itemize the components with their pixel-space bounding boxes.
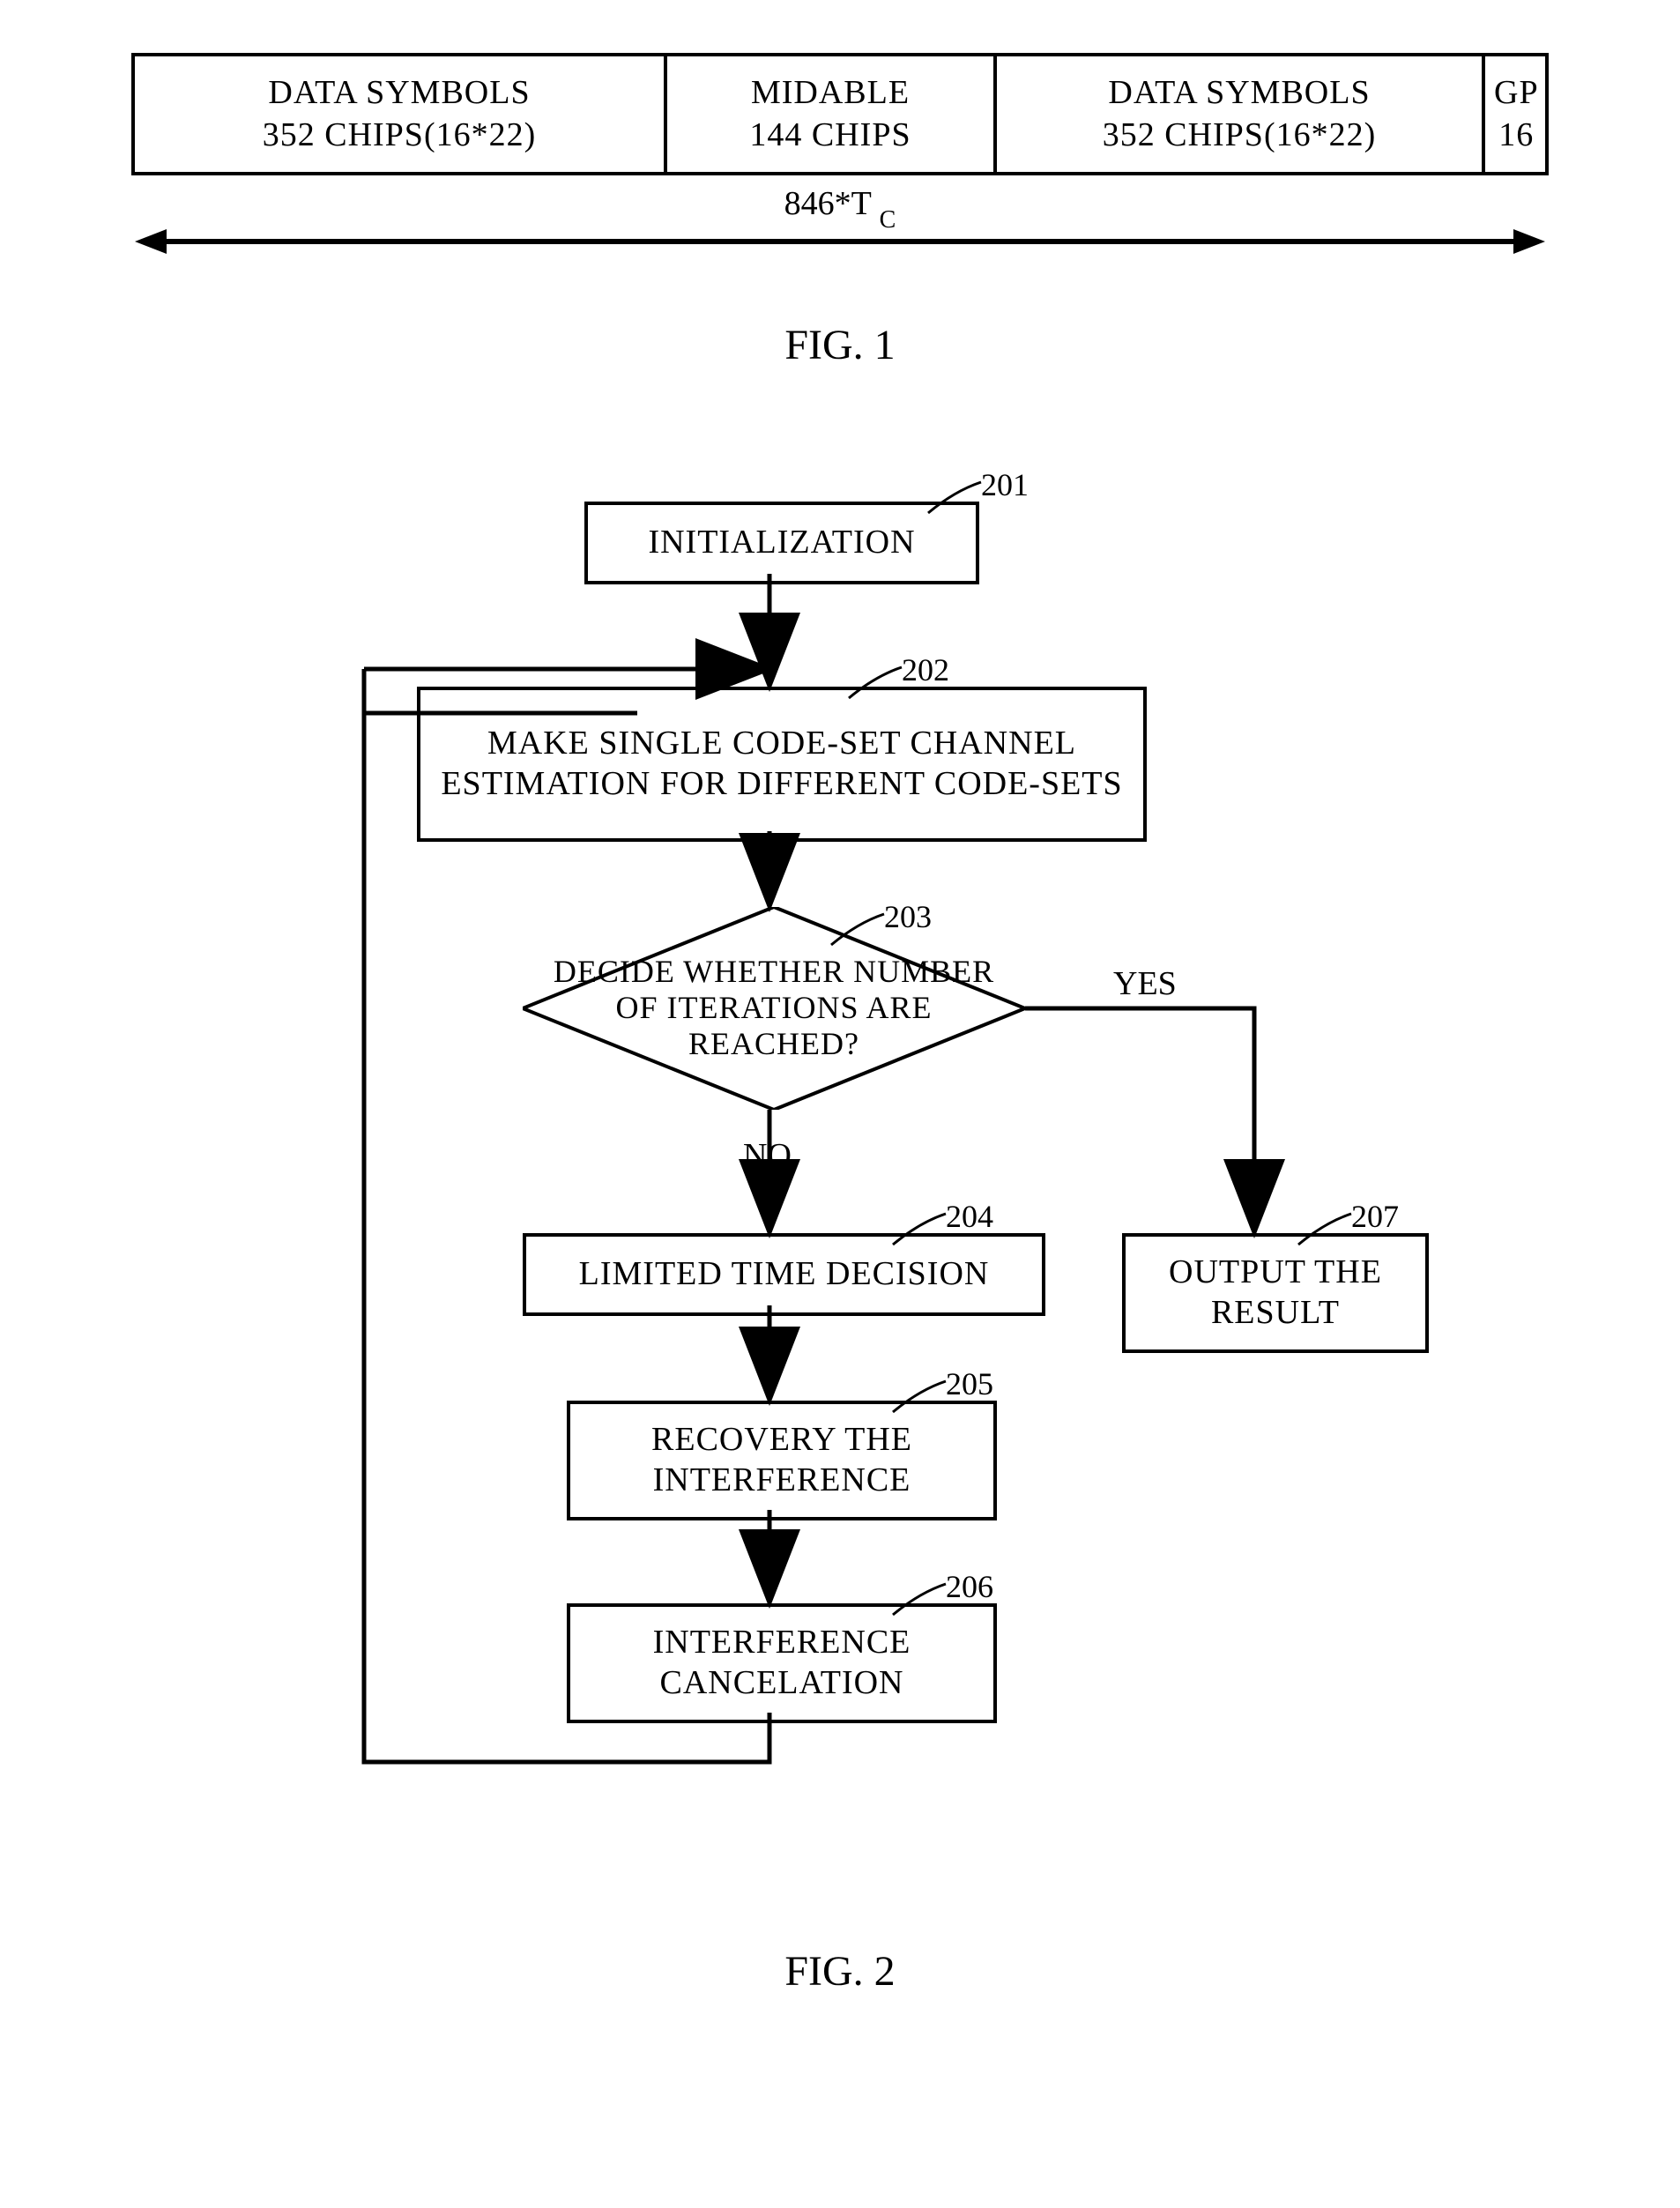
edge-label-no: NO [743,1136,792,1175]
figure-2-caption: FIG. 2 [71,1947,1609,1996]
dimension-label: 846*T C [135,184,1545,229]
cell-line: MIDABLE [751,74,910,111]
ref-201: 201 [981,466,1029,503]
flow-box-recovery-interference: RECOVERY THE INTERFERENCE [567,1401,997,1520]
ref-207: 207 [1351,1198,1399,1235]
flow-box-limited-time-decision: LIMITED TIME DECISION [523,1233,1045,1316]
ref-206: 206 [946,1568,993,1605]
cell-line: DATA SYMBOLS [1108,74,1370,111]
figure-1-caption: FIG. 1 [71,321,1609,369]
frame-structure-table: DATA SYMBOLS 352 CHIPS(16*22) MIDABLE 14… [131,53,1549,175]
box-label: RECOVERY THE INTERFERENCE [579,1420,985,1500]
dimension-arrow: 846*T C [135,184,1545,259]
dimension-text: 846*T [784,185,872,222]
ref-203: 203 [884,898,932,935]
ref-202: 202 [902,651,949,688]
flow-box-interference-cancellation: INTERFERENCE CANCELATION [567,1603,997,1723]
cell-line: 144 CHIPS [749,116,911,153]
box-label: OUTPUT THE RESULT [1134,1253,1416,1333]
frame-cell-data2: DATA SYMBOLS 352 CHIPS(16*22) [997,56,1485,172]
box-label: INITIALIZATION [648,523,915,563]
box-label: LIMITED TIME DECISION [579,1254,990,1295]
cell-line: GP [1494,74,1539,111]
dimension-subscript: C [880,206,896,234]
frame-cell-midable: MIDABLE 144 CHIPS [667,56,997,172]
double-arrow-icon [135,224,1545,259]
cell-line: 16 [1498,116,1534,153]
box-label: INTERFERENCE CANCELATION [579,1623,985,1703]
cell-line: 352 CHIPS(16*22) [263,116,537,153]
cell-line: DATA SYMBOLS [268,74,530,111]
frame-cell-gp: GP 16 [1485,56,1548,172]
flowchart: INITIALIZATION MAKE SINGLE CODE-SET CHAN… [267,466,1413,1877]
frame-cell-data1: DATA SYMBOLS 352 CHIPS(16*22) [135,56,667,172]
decision-label: DECIDE WHETHER NUMBER OF ITERATIONS ARE … [523,954,1025,1063]
flow-box-single-codeset-estimation: MAKE SINGLE CODE-SET CHANNEL ESTIMATION … [417,687,1147,842]
flow-decision-iterations: DECIDE WHETHER NUMBER OF ITERATIONS ARE … [523,907,1025,1110]
ref-205: 205 [946,1365,993,1402]
flow-box-output-result: OUTPUT THE RESULT [1122,1233,1429,1353]
box-label: MAKE SINGLE CODE-SET CHANNEL ESTIMATION … [429,724,1134,804]
edge-label-yes: YES [1113,964,1177,1003]
ref-204: 204 [946,1198,993,1235]
cell-line: 352 CHIPS(16*22) [1103,116,1377,153]
